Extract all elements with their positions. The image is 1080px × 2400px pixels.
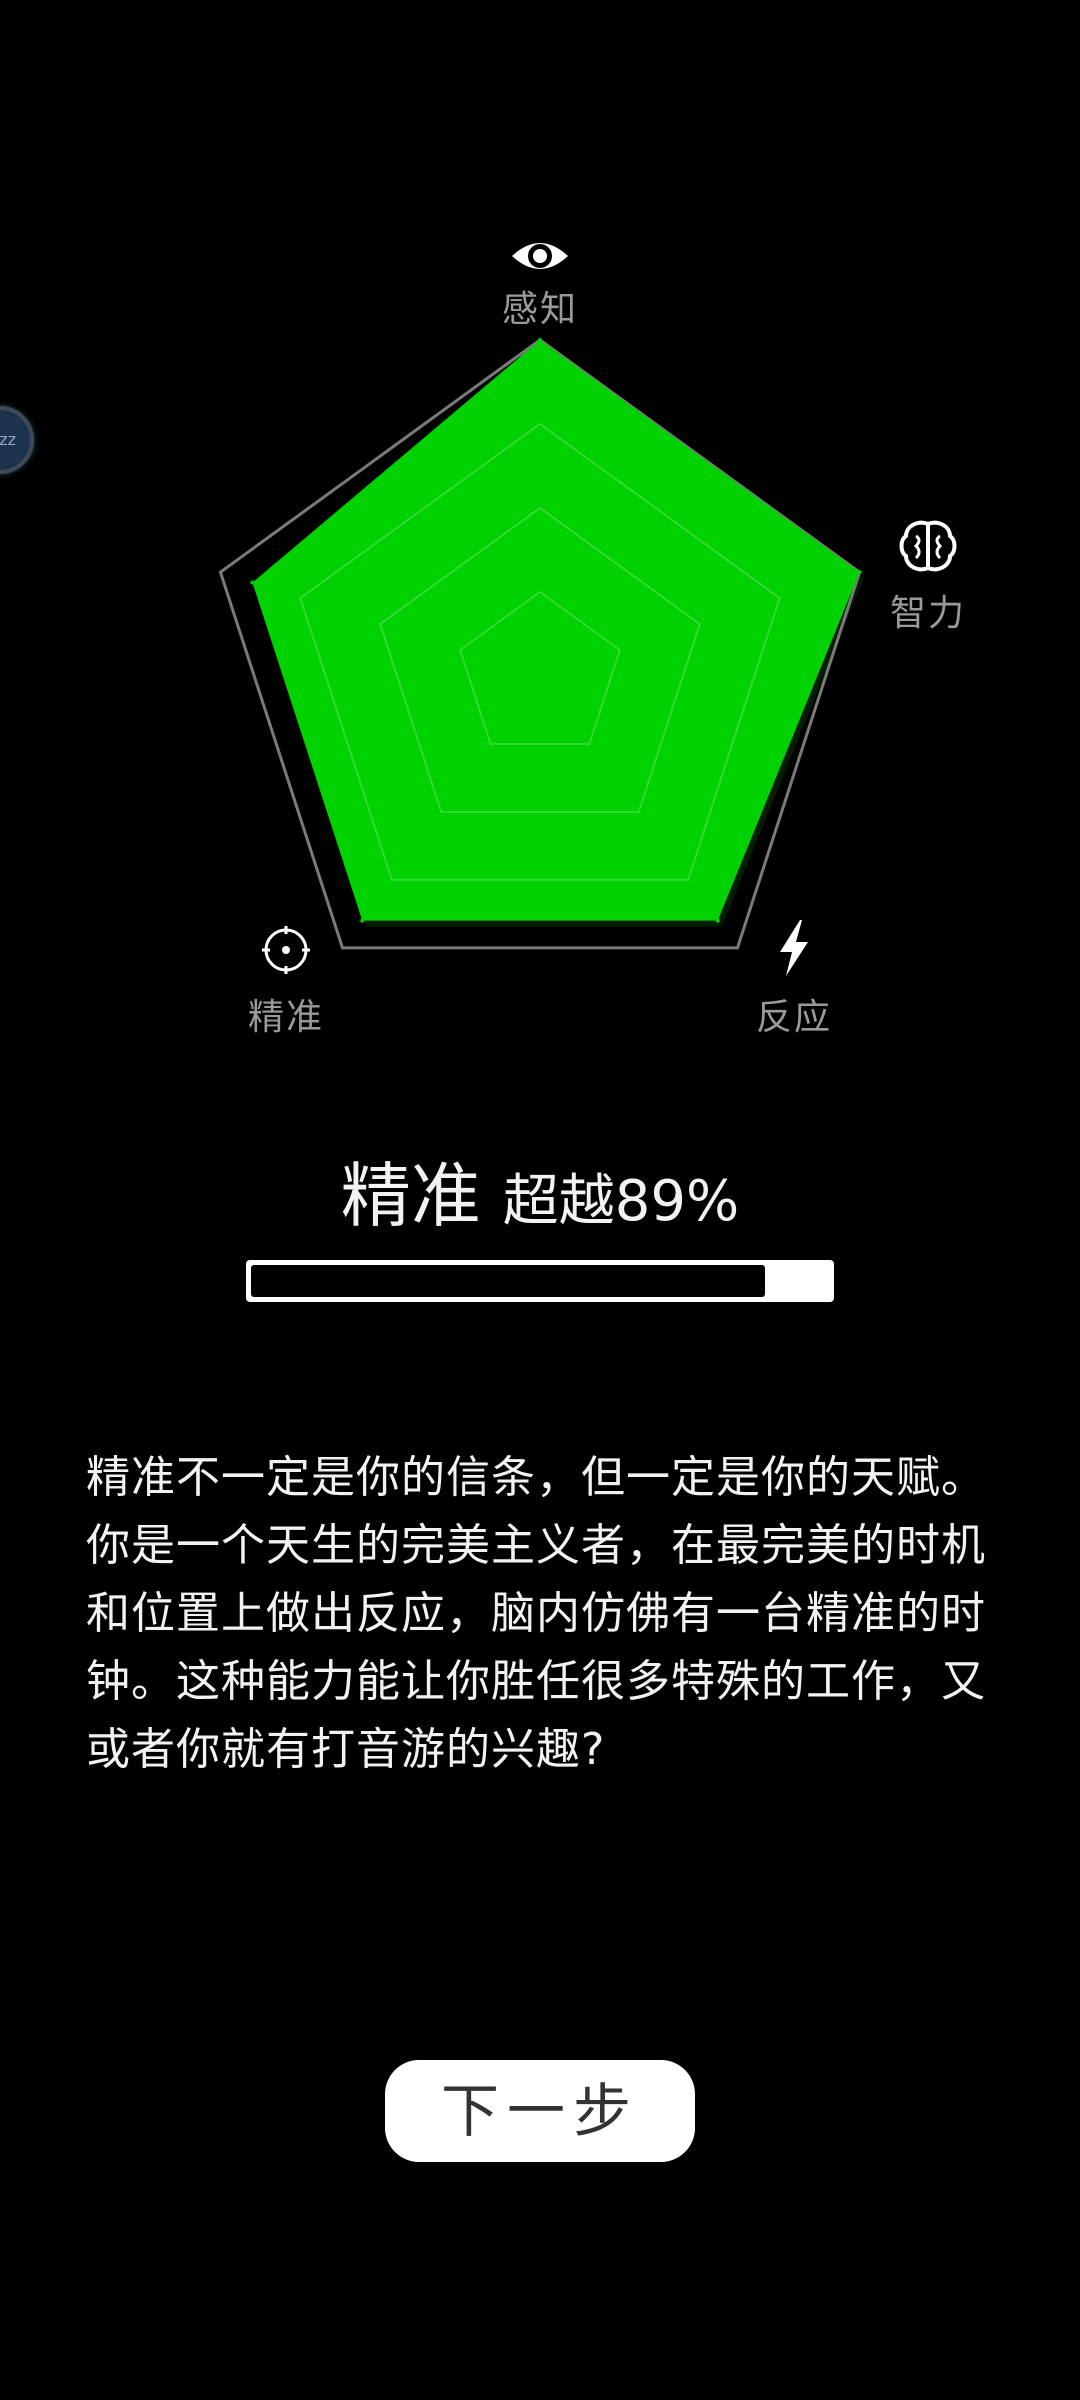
radar-point-0 — [538, 338, 542, 342]
eye-icon — [512, 243, 568, 269]
result-trait: 精准 — [340, 1155, 481, 1237]
brain-icon — [899, 520, 957, 572]
lightning-icon — [780, 920, 808, 976]
axis-label-reaction: 反应 — [755, 997, 832, 1038]
progress-fill — [251, 1265, 766, 1297]
floating-bubble-text: zz — [0, 430, 16, 449]
result-description: 精准不一定是你的信条，但一定是你的天赋。你是一个天生的完美主义者，在最完美的时机… — [86, 1452, 986, 1775]
axis-label-perception: 感知 — [501, 289, 578, 330]
crosshair-icon — [262, 926, 310, 974]
radar-point-3 — [360, 918, 365, 923]
result-surpass-text: 超越89% — [502, 1169, 740, 1234]
radar-point-4 — [250, 580, 255, 585]
result-heading: 精准 超越89% — [0, 1140, 1080, 1241]
next-step-button[interactable]: 下一步 — [385, 2060, 695, 2162]
axis-label-intelligence: 智力 — [889, 593, 966, 634]
result-progress-bar — [246, 1260, 834, 1302]
app-screen: 感知 智力 反应 精准 zz 精准 超越89% 精准不一定是你的信条，但一定是你的… — [0, 0, 1080, 2400]
progress-inner — [251, 1265, 829, 1297]
radar-point-1 — [857, 570, 862, 575]
axis-label-precision: 精准 — [247, 997, 324, 1038]
radar-point-2 — [715, 918, 720, 923]
